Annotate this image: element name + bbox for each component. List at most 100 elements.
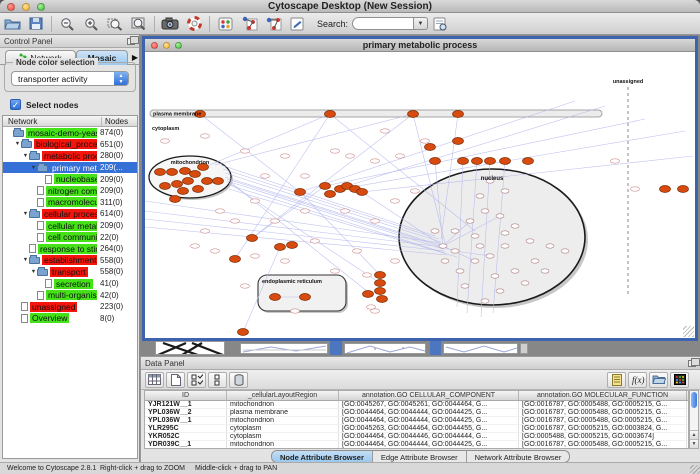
network-node[interactable] <box>311 239 320 243</box>
network-node[interactable] <box>466 219 474 223</box>
tree-row[interactable]: secretion41(0) <box>3 278 137 290</box>
network-node[interactable] <box>541 269 549 273</box>
network-node[interactable] <box>161 139 170 143</box>
network-node[interactable] <box>381 129 390 133</box>
network-node[interactable] <box>281 259 290 263</box>
tree-row[interactable]: multi-organism pro42(0) <box>3 289 137 301</box>
network-node-colored[interactable] <box>472 158 483 165</box>
network-node[interactable] <box>481 299 489 303</box>
open-file-button[interactable] <box>0 14 24 34</box>
network-node[interactable] <box>346 154 355 158</box>
network-node[interactable] <box>363 273 372 277</box>
network-node[interactable] <box>501 189 509 193</box>
network-node-colored[interactable] <box>523 158 534 165</box>
network-node[interactable] <box>201 229 210 233</box>
network-node-colored[interactable] <box>363 291 374 298</box>
import-attributes-icon[interactable] <box>649 372 668 388</box>
network-edge[interactable] <box>229 183 380 283</box>
network-node-colored[interactable] <box>183 178 194 185</box>
network-node[interactable] <box>391 259 400 263</box>
network-node-colored[interactable] <box>160 183 171 190</box>
save-button[interactable] <box>24 14 48 34</box>
tab-node-attribute-browser[interactable]: Node Attribute Browser <box>272 451 373 462</box>
network-node[interactable] <box>441 259 449 263</box>
network-node[interactable] <box>396 154 405 158</box>
network-node[interactable] <box>411 189 420 193</box>
network-node-colored[interactable] <box>325 111 336 118</box>
tree-row[interactable]: nucleobase-cont209(0) <box>3 173 137 185</box>
network-node[interactable] <box>251 199 260 203</box>
function-builder-icon[interactable]: f(x) <box>628 372 647 388</box>
tree-row[interactable]: ▼metabolic process280(0) <box>3 150 137 162</box>
tree-row[interactable]: unassigned223(0) <box>3 301 137 313</box>
table-row[interactable]: YJR121W__1mitochondrion[GO:0045267, GO:0… <box>145 401 688 409</box>
network-node[interactable] <box>451 249 459 253</box>
search-input[interactable] <box>352 17 414 30</box>
network-node[interactable] <box>631 187 640 191</box>
network-node-colored[interactable] <box>247 235 258 242</box>
network-node-colored[interactable] <box>408 111 419 118</box>
select-nodes-checkbox[interactable]: ✓ <box>10 99 21 110</box>
network-node-colored[interactable] <box>193 186 204 193</box>
network-node[interactable] <box>561 249 569 253</box>
network-node[interactable] <box>421 139 430 143</box>
network-node-colored[interactable] <box>453 111 464 118</box>
tree-row[interactable]: response to stimulu264(0) <box>3 243 137 255</box>
expand-arrow-icon[interactable]: ▼ <box>22 211 29 217</box>
table-scrollbar[interactable]: ▲ ▼ <box>689 390 699 449</box>
network-node[interactable] <box>501 231 509 235</box>
network-node[interactable] <box>511 269 519 273</box>
unselect-attributes-icon[interactable] <box>208 372 227 388</box>
network-node[interactable] <box>331 149 340 153</box>
network-frame-titlebar[interactable]: primary metabolic process <box>145 39 695 52</box>
frame-resize-grip[interactable] <box>683 326 694 337</box>
column-header[interactable]: annotation.GO CELLULAR_COMPONENT <box>339 391 519 400</box>
network-node-colored[interactable] <box>458 158 469 165</box>
network-node-colored[interactable] <box>375 280 386 287</box>
background-window-fragment[interactable] <box>344 343 426 354</box>
network-node-colored[interactable] <box>660 186 671 193</box>
network-node[interactable] <box>526 239 534 243</box>
network-node[interactable] <box>291 309 300 313</box>
column-header[interactable]: annotation.GO MOLECULAR_FUNCTION <box>519 391 687 400</box>
tree-column-nodes[interactable]: Nodes <box>101 117 128 126</box>
network-node[interactable] <box>241 149 250 153</box>
attribute-report-icon[interactable] <box>607 372 626 388</box>
network-node[interactable] <box>531 259 539 263</box>
network-node-colored[interactable] <box>678 186 689 193</box>
network-canvas[interactable]: plasma membranecytoplasmmitochondrionnuc… <box>145 52 695 338</box>
expand-arrow-icon[interactable]: ▼ <box>22 257 29 263</box>
network-node[interactable] <box>281 154 290 158</box>
network-node[interactable] <box>476 244 484 248</box>
expand-arrow-icon[interactable]: ▼ <box>30 269 37 275</box>
network-node-colored[interactable] <box>430 158 441 165</box>
network-node[interactable] <box>481 209 489 213</box>
tree-row[interactable]: cell communicati22(0) <box>3 231 137 243</box>
network-node-colored[interactable] <box>230 256 241 263</box>
network-node-colored[interactable] <box>275 244 286 251</box>
float-panel-icon[interactable] <box>688 360 696 367</box>
help-lifering-icon[interactable] <box>182 14 206 34</box>
network-node[interactable] <box>216 209 225 213</box>
compartment-nucleus[interactable] <box>399 169 585 305</box>
network-node[interactable] <box>251 254 260 258</box>
tab-overflow-arrow[interactable]: ▶ <box>132 53 138 62</box>
network-node[interactable] <box>456 269 464 273</box>
search-dropdown-arrow[interactable]: ▼ <box>414 17 428 30</box>
delete-attribute-icon[interactable] <box>229 372 248 388</box>
network-node-colored[interactable] <box>357 189 368 196</box>
network-node[interactable] <box>461 284 469 288</box>
tree-row[interactable]: ▼transport558(0) <box>3 266 137 278</box>
tree-row[interactable]: ▼primary metabolic209(... <box>3 162 137 174</box>
network-node[interactable] <box>331 269 340 273</box>
tab-edge-attribute-browser[interactable]: Edge Attribute Browser <box>373 451 467 462</box>
tab-network-attribute-browser[interactable]: Network Attribute Browser <box>467 451 570 462</box>
network-node-colored[interactable] <box>178 188 189 195</box>
expand-arrow-icon[interactable]: ▼ <box>22 153 29 159</box>
network-node-colored[interactable] <box>172 181 183 188</box>
network-node[interactable] <box>491 274 499 278</box>
network-node[interactable] <box>271 219 280 223</box>
search-settings-icon[interactable] <box>428 14 452 34</box>
background-window-fragment[interactable] <box>330 341 342 355</box>
network-node[interactable] <box>501 244 509 248</box>
